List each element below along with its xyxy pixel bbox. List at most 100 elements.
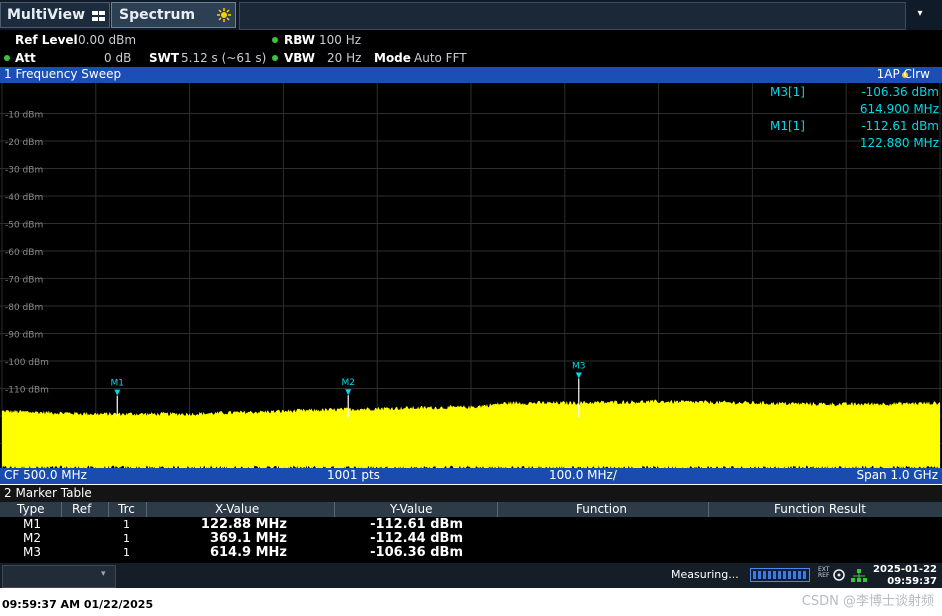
y-tick-label: -80 dBm	[5, 303, 43, 313]
column-divider	[334, 502, 335, 517]
rbw-value[interactable]: 100 Hz	[319, 33, 361, 47]
col-type: Type	[17, 502, 45, 516]
status-time: 09:59:37	[887, 576, 937, 587]
frequency-span[interactable]: Span 1.0 GHz	[856, 468, 938, 482]
screenshot-footer: 09:59:37 AM 01/22/2025 CSDN @李博士谈射频	[0, 588, 942, 616]
spectrum-plot-area[interactable]: -10 dBm -20 dBm -30 dBm -40 dBm -50 dBm -60 d…	[0, 83, 942, 471]
y-tick-label: -40 dBm	[5, 193, 43, 203]
tab-multiview[interactable]: MultiView	[0, 2, 110, 28]
mode-value[interactable]: Auto FFT	[414, 51, 467, 65]
y-tick-label: -60 dBm	[5, 248, 43, 258]
settings-panel: Ref Level 0.00 dBm Att 0 dB SWT 5.12 s (…	[0, 30, 942, 67]
frequency-sweep-header: 1 Frequency Sweep 1AP Clrw	[0, 67, 942, 83]
status-bar: ▾ Measuring... EXT REF 2025-01-22 09:59:…	[0, 563, 942, 588]
marker-readout-m1-freq: 122.880 MHz	[859, 136, 939, 150]
marker-table-header: 2 Marker Table	[0, 485, 942, 502]
row-y-value: -106.36 dBm	[370, 545, 463, 560]
row-type: M3	[23, 545, 41, 559]
y-tick-label: -20 dBm	[5, 138, 43, 148]
marker-label: M1	[111, 379, 125, 389]
table-row[interactable]: M3 1 614.9 MHz -106.36 dBm	[0, 545, 942, 560]
marker-readout-m3-name: M3[1]	[770, 85, 805, 99]
sun-icon[interactable]	[217, 8, 231, 22]
vbw-status-dot-icon	[272, 55, 278, 61]
row-x-value: 614.9 MHz	[209, 545, 287, 560]
table-row[interactable]: M1 1 122.88 MHz -112.61 dBm	[0, 517, 942, 532]
column-divider	[108, 502, 109, 517]
y-tick-label: -100 dBm	[5, 358, 49, 368]
y-tick-label: -30 dBm	[5, 166, 43, 176]
row-y-value: -112.44 dBm	[370, 531, 463, 546]
col-function-result: Function Result	[774, 502, 866, 516]
ext-ref-indicator: EXT REF	[818, 566, 830, 579]
rbw-status-dot-icon	[272, 37, 278, 43]
trace-mode-label[interactable]: 1AP Clrw	[877, 67, 930, 81]
measuring-status: Measuring...	[671, 568, 739, 581]
sweep-points[interactable]: 1001 pts	[327, 468, 380, 482]
spectrum-chart: -10 dBm -20 dBm -30 dBm -40 dBm -50 dBm -60 d…	[0, 83, 942, 471]
table-row[interactable]: M2 1 369.1 MHz -112.44 dBm	[0, 531, 942, 546]
tab-spectrum[interactable]: Spectrum	[111, 2, 236, 28]
row-type: M2	[23, 531, 41, 545]
progress-fill	[753, 571, 806, 579]
status-dropdown[interactable]: ▾	[2, 565, 116, 588]
marker-readout-m1-level: -112.61 dBm	[861, 119, 939, 133]
att-value[interactable]: 0 dB	[104, 51, 131, 65]
row-trc: 1	[123, 532, 130, 545]
marker-table-title[interactable]: 2 Marker Table	[4, 486, 92, 500]
mode-label: Mode	[374, 51, 411, 65]
y-tick-label: -10 dBm	[5, 111, 43, 121]
column-divider	[497, 502, 498, 517]
rbw-label: RBW	[284, 33, 315, 47]
row-trc: 1	[123, 518, 130, 531]
frequency-info-bar: CF 500.0 MHz 1001 pts 100.0 MHz/ Span 1.…	[0, 468, 942, 484]
title-bar: MultiView Spectrum ▾	[0, 0, 942, 30]
marker-table-column-headers: Type Ref Trc X-Value Y-Value Function Fu…	[0, 502, 942, 517]
column-divider	[146, 502, 147, 517]
vbw-label: VBW	[284, 51, 316, 65]
center-frequency[interactable]: CF 500.0 MHz	[4, 468, 87, 482]
marker-triangle-icon[interactable]	[575, 372, 582, 379]
marker-readout-m3-freq: 614.900 MHz	[859, 102, 939, 116]
footer-timestamp: 09:59:37 AM 01/22/2025	[2, 598, 154, 611]
row-trc: 1	[123, 546, 130, 559]
marker-table-body: M1 1 122.88 MHz -112.61 dBm M2 1 369.1 M…	[0, 517, 942, 563]
marker-triangle-icon[interactable]	[114, 389, 121, 396]
y-tick-label: -110 dBm	[5, 386, 49, 396]
swt-label: SWT	[149, 51, 180, 65]
marker-readout-m1-name: M1[1]	[770, 119, 805, 133]
window-title[interactable]: 1 Frequency Sweep	[4, 67, 121, 81]
y-tick-label: -70 dBm	[5, 276, 43, 286]
refresh-icon[interactable]	[832, 568, 846, 582]
tab-menu-arrow-icon[interactable]: ▾	[910, 8, 930, 22]
progress-bar	[750, 568, 810, 582]
att-status-dot-icon	[4, 55, 10, 61]
row-x-value: 122.88 MHz	[200, 517, 287, 532]
marker-label: M2	[341, 378, 355, 388]
row-type: M1	[23, 517, 41, 531]
marker-triangle-icon[interactable]	[345, 389, 352, 396]
col-y-value: Y-Value	[390, 502, 433, 516]
dropdown-arrow-icon: ▾	[101, 569, 106, 579]
ref-level-label: Ref Level	[15, 33, 78, 47]
footer-watermark: CSDN @李博士谈射频	[801, 594, 934, 609]
y-tick-label: -90 dBm	[5, 331, 43, 341]
column-divider	[708, 502, 709, 517]
frequency-per-division: 100.0 MHz/	[549, 468, 617, 482]
y-tick-label: -50 dBm	[5, 221, 43, 231]
status-date: 2025-01-22	[873, 564, 937, 575]
ref-level-value[interactable]: 0.00 dBm	[78, 33, 136, 47]
row-y-value: -112.61 dBm	[370, 517, 463, 532]
spectrum-trace	[2, 399, 940, 471]
column-divider	[61, 502, 62, 517]
swt-value[interactable]: 5.12 s (~61 s)	[181, 51, 266, 65]
network-icon	[851, 569, 867, 582]
marker-label: M3	[572, 361, 586, 371]
tab-spectrum-label: Spectrum	[119, 7, 196, 23]
vbw-value[interactable]: 20 Hz	[327, 51, 361, 65]
col-function: Function	[576, 502, 628, 516]
tab-multiview-label: MultiView	[7, 7, 86, 23]
col-ref: Ref	[72, 502, 92, 516]
marker-readout-m3-level: -106.36 dBm	[861, 85, 939, 99]
grid-icon	[92, 11, 105, 21]
